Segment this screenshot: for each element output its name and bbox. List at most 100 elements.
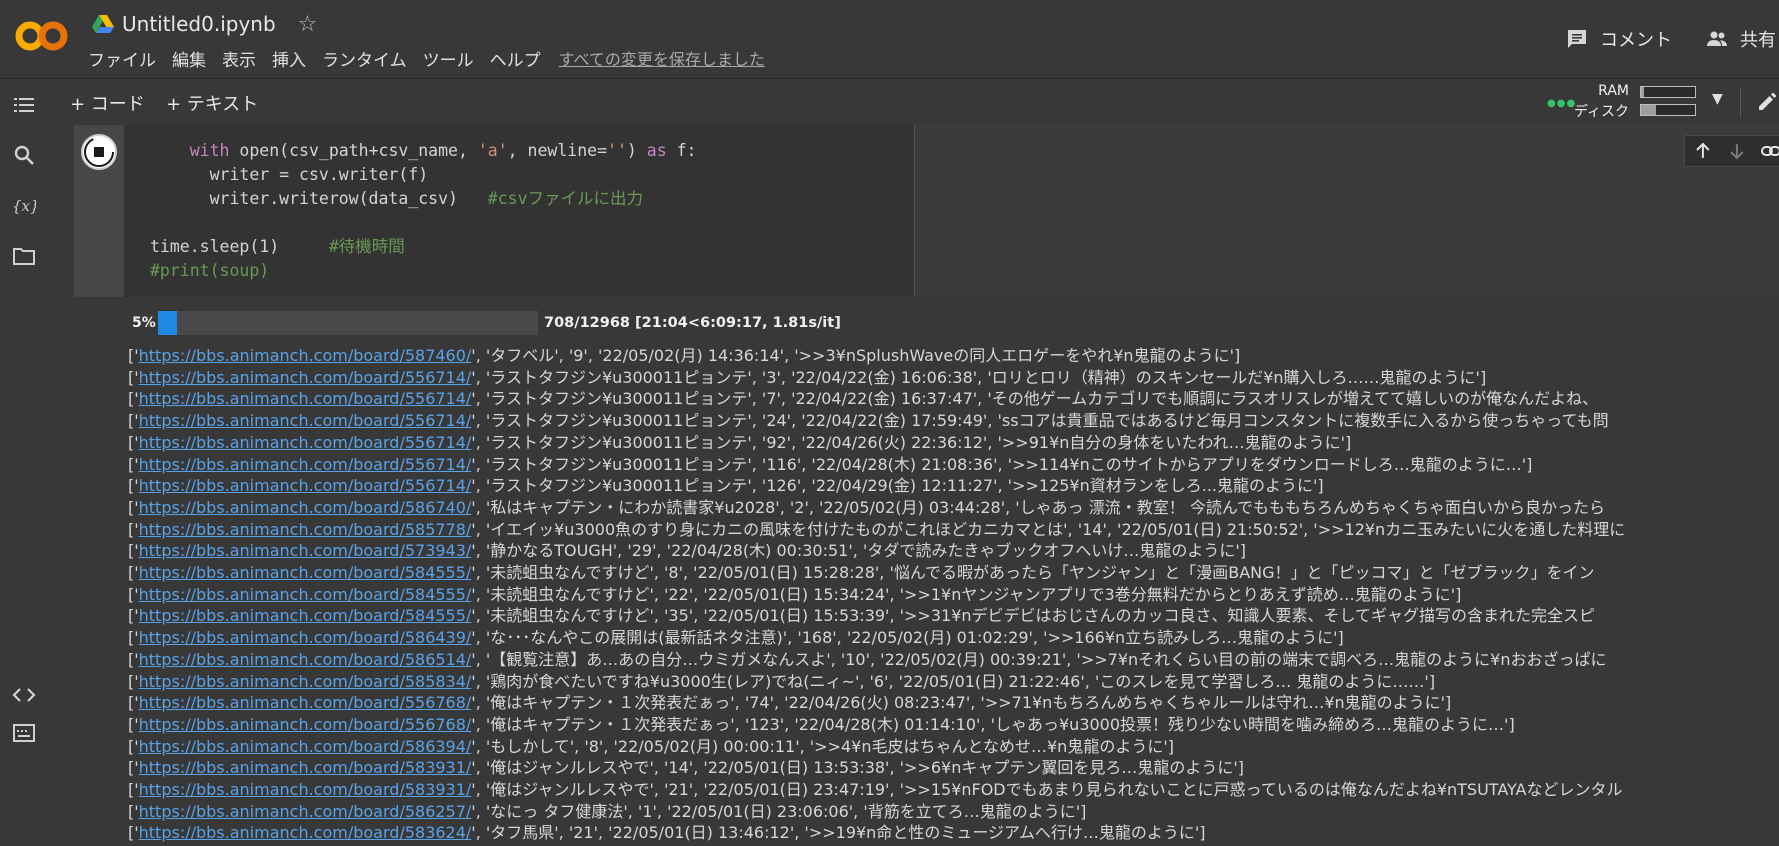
output-line-text: ', '静かなるTOUGH', '29', '22/04/28(木) 00:30… — [471, 541, 1246, 561]
drive-icon — [92, 15, 114, 33]
output-link[interactable]: https://bbs.animanch.com/board/556768/ — [139, 715, 472, 734]
code-token: '' — [607, 141, 627, 160]
arrow-up-icon[interactable] — [1693, 141, 1713, 161]
output-line-text: ', '鶏肉が食べたいですね¥u3000生(レア)でね(ニィ~', '6', '… — [471, 671, 1436, 691]
code-line: #print(soup) — [150, 259, 914, 283]
code-token: writer = csv.writer(f) — [209, 165, 429, 184]
cell-output: 5% 708/12968 [21:04<6:09:17, 1.81s/it] [… — [74, 297, 1779, 846]
menu-file[interactable]: ファイル — [88, 46, 156, 71]
add-text-button[interactable]: + テキスト — [166, 90, 258, 116]
progress-percent: 5% — [132, 315, 156, 331]
edit-icon[interactable] — [1756, 89, 1779, 113]
output-line: ['https://bbs.animanch.com/board/556714/… — [128, 432, 1352, 452]
output-line-text: ', 'ラストタフジン¥u300011ピョンテ', '24', '22/04/2… — [471, 411, 1609, 431]
disk-meter[interactable] — [1640, 104, 1696, 116]
output-line-text: ', 'なにっ タフ健康法', '1', '22/05/01(日) 23:06:… — [471, 801, 1087, 821]
output-line-text: ', 'な･･･なんやこの展開は(最新話ネタ注意)', '168', '22/0… — [471, 628, 1344, 648]
toolbar-divider — [1740, 87, 1741, 117]
save-status-link[interactable]: すべての変更を保存しました — [559, 46, 765, 71]
output-link[interactable]: https://bbs.animanch.com/board/587460/ — [139, 346, 472, 365]
star-icon[interactable]: ☆ — [298, 12, 318, 37]
code-token: #待機時間 — [328, 237, 405, 256]
output-line: ['https://bbs.animanch.com/board/556714/… — [128, 367, 1487, 387]
arrow-down-icon[interactable] — [1727, 141, 1747, 161]
output-link[interactable]: https://bbs.animanch.com/board/556714/ — [139, 476, 472, 495]
output-link[interactable]: https://bbs.animanch.com/board/585834/ — [139, 672, 472, 691]
output-link[interactable]: https://bbs.animanch.com/board/586394/ — [139, 737, 472, 756]
comment-button[interactable]: コメント — [1566, 26, 1672, 52]
output-link[interactable]: https://bbs.animanch.com/board/584555/ — [139, 606, 472, 625]
output-link[interactable]: https://bbs.animanch.com/board/556714/ — [139, 389, 472, 408]
output-link[interactable]: https://bbs.animanch.com/board/556714/ — [139, 368, 472, 387]
output-link[interactable]: https://bbs.animanch.com/board/556714/ — [139, 455, 472, 474]
ram-label: RAM — [1598, 83, 1629, 99]
output-link[interactable]: https://bbs.animanch.com/board/586257/ — [139, 802, 472, 821]
output-line-text: ', 'ラストタフジン¥u300011ピョンテ', '3', '22/04/22… — [471, 367, 1487, 387]
files-icon[interactable] — [12, 244, 36, 268]
output-line-text: ', '【観覧注意】あ…あの自分…ウミガメなんスよ', '10', '22/05… — [471, 649, 1607, 669]
code-editor[interactable]: with open(csv_path+csv_name, 'a', newlin… — [124, 125, 915, 297]
menu-bar: ファイル 編集 表示 挿入 ランタイム ツール ヘルプ すべての変更を保存しまし… — [88, 46, 781, 71]
output-link[interactable]: https://bbs.animanch.com/board/585778/ — [139, 520, 472, 539]
output-line-text: ', 'ラストタフジン¥u300011ピョンテ', '92', '22/04/2… — [471, 432, 1352, 452]
menu-edit[interactable]: 編集 — [172, 46, 206, 71]
output-line-text: ', 'タフベル', '9', '22/05/02(月) 14:36:14', … — [471, 346, 1241, 365]
ram-meter[interactable] — [1640, 86, 1696, 98]
output-link[interactable]: https://bbs.animanch.com/board/556714/ — [139, 411, 472, 430]
output-link[interactable]: https://bbs.animanch.com/board/586514/ — [139, 650, 472, 669]
output-line: ['https://bbs.animanch.com/board/586439/… — [128, 628, 1344, 648]
code-token: time.sleep(1) — [150, 237, 329, 256]
code-token: #print(soup) — [150, 261, 270, 280]
notebook-title[interactable]: Untitled0.ipynb — [122, 12, 276, 36]
code-token: writer.writerow(data_csv) — [209, 189, 488, 208]
output-line-text: ', 'もしかして', '8', '22/05/02(月) 00:00:11',… — [471, 736, 1174, 756]
menu-runtime[interactable]: ランタイム — [322, 46, 407, 71]
code-snippets-icon[interactable] — [12, 683, 36, 707]
output-line: ['https://bbs.animanch.com/board/584555/… — [128, 584, 1462, 604]
output-link[interactable]: https://bbs.animanch.com/board/556714/ — [139, 433, 472, 452]
code-token: with — [189, 141, 230, 160]
output-link[interactable]: https://bbs.animanch.com/board/583931/ — [139, 758, 472, 777]
output-line-text: ', 'イエイッ¥u3000魚のすり身にカニの風味を付けたものがこれほどカニカマ… — [471, 519, 1626, 539]
add-code-button[interactable]: + コード — [70, 90, 145, 116]
output-line: ['https://bbs.animanch.com/board/585834/… — [128, 671, 1436, 691]
output-link[interactable]: https://bbs.animanch.com/board/584555/ — [139, 585, 472, 604]
output-line-text: ', 'ラストタフジン¥u300011ピョンテ', '126', '22/04/… — [471, 476, 1324, 496]
output-link[interactable]: https://bbs.animanch.com/board/583931/ — [139, 780, 472, 799]
share-button[interactable]: 共有 — [1706, 26, 1776, 52]
code-line: writer.writerow(data_csv) #csvファイルに出力 — [150, 187, 914, 211]
output-link[interactable]: https://bbs.animanch.com/board/584555/ — [139, 563, 472, 582]
output-line: ['https://bbs.animanch.com/board/573943/… — [128, 541, 1246, 561]
output-line: ['https://bbs.animanch.com/board/586740/… — [128, 497, 1606, 517]
terminal-icon[interactable] — [12, 721, 36, 745]
output-line: ['https://bbs.animanch.com/board/556768/… — [128, 693, 1452, 713]
search-icon[interactable] — [12, 143, 36, 167]
output-link[interactable]: https://bbs.animanch.com/board/586740/ — [139, 498, 472, 517]
output-link[interactable]: https://bbs.animanch.com/board/586439/ — [139, 628, 472, 647]
svg-text:{x}: {x} — [12, 197, 36, 215]
variables-icon[interactable]: {x} — [12, 193, 36, 217]
progress-stats: 708/12968 [21:04<6:09:17, 1.81s/it] — [544, 315, 841, 331]
link-icon[interactable] — [1760, 141, 1779, 161]
stop-icon[interactable] — [80, 133, 118, 171]
run-gutter — [74, 125, 124, 297]
output-link[interactable]: https://bbs.animanch.com/board/556768/ — [139, 693, 472, 712]
menu-view[interactable]: 表示 — [222, 46, 256, 71]
menu-help[interactable]: ヘルプ — [490, 46, 541, 71]
code-token: , newline= — [507, 141, 608, 160]
output-line-text: ', 'ラストタフジン¥u300011ピョンテ', '116', '22/04/… — [471, 454, 1533, 474]
menu-insert[interactable]: 挿入 — [272, 46, 306, 71]
output-line: ['https://bbs.animanch.com/board/586257/… — [128, 801, 1087, 821]
output-line: ['https://bbs.animanch.com/board/556768/… — [128, 714, 1515, 734]
comment-icon — [1568, 30, 1586, 48]
output-link[interactable]: https://bbs.animanch.com/board/583624/ — [139, 823, 472, 842]
disk-meter-fill — [1641, 105, 1657, 115]
output-link[interactable]: https://bbs.animanch.com/board/573943/ — [139, 541, 472, 560]
menu-tools[interactable]: ツール — [423, 46, 474, 71]
comment-label: コメント — [1600, 30, 1672, 51]
resources-dropdown-icon[interactable]: ▼ — [1712, 91, 1723, 107]
output-line-text: ', '俺はジャンルレスやで', '14', '22/05/01(日) 13:5… — [471, 758, 1244, 778]
left-rail: {x} — [0, 98, 48, 846]
colab-logo[interactable] — [14, 16, 70, 56]
toc-icon[interactable] — [12, 93, 36, 117]
